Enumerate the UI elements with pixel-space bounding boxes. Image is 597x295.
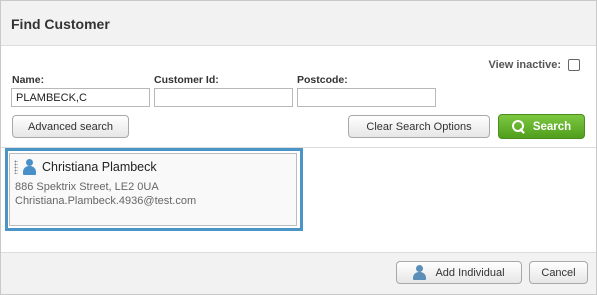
customer-name: Christiana Plambeck xyxy=(42,160,157,174)
dialog-title: Find Customer xyxy=(11,16,110,32)
name-input[interactable] xyxy=(11,88,150,107)
search-button[interactable]: Search xyxy=(498,114,585,139)
find-customer-dialog: Find Customer View inactive: Name: Custo… xyxy=(0,0,597,295)
customer-result-card[interactable]: Christiana Plambeck 886 Spektrix Street,… xyxy=(9,153,297,226)
customer-id-input[interactable] xyxy=(154,88,293,107)
cancel-label: Cancel xyxy=(541,266,576,279)
customer-address: 886 Spektrix Street, LE2 0UA xyxy=(15,181,159,193)
view-inactive-checkbox[interactable] xyxy=(568,59,580,71)
customer-email: Christiana.Plambeck.4936@test.com xyxy=(15,195,197,207)
advanced-search-button[interactable]: Advanced search xyxy=(12,115,129,138)
customer-id-label: Customer Id: xyxy=(154,74,219,86)
advanced-search-label: Advanced search xyxy=(28,120,113,133)
person-icon xyxy=(22,159,36,175)
view-inactive-toggle[interactable]: View inactive: xyxy=(488,59,580,71)
cancel-button[interactable]: Cancel xyxy=(529,261,588,284)
view-inactive-label: View inactive: xyxy=(488,59,561,71)
person-add-icon xyxy=(413,265,427,280)
postcode-input[interactable] xyxy=(297,88,436,107)
drag-handle-icon[interactable] xyxy=(14,160,18,174)
dialog-header: Find Customer xyxy=(1,1,596,46)
postcode-label: Postcode: xyxy=(297,74,348,86)
add-individual-button[interactable]: Add Individual xyxy=(396,261,522,284)
clear-search-options-button[interactable]: Clear Search Options xyxy=(348,115,490,138)
search-button-label: Search xyxy=(532,120,572,133)
add-individual-label: Add Individual xyxy=(435,266,505,279)
clear-search-options-label: Clear Search Options xyxy=(366,120,472,133)
name-label: Name: xyxy=(12,74,45,86)
search-icon xyxy=(511,120,525,133)
